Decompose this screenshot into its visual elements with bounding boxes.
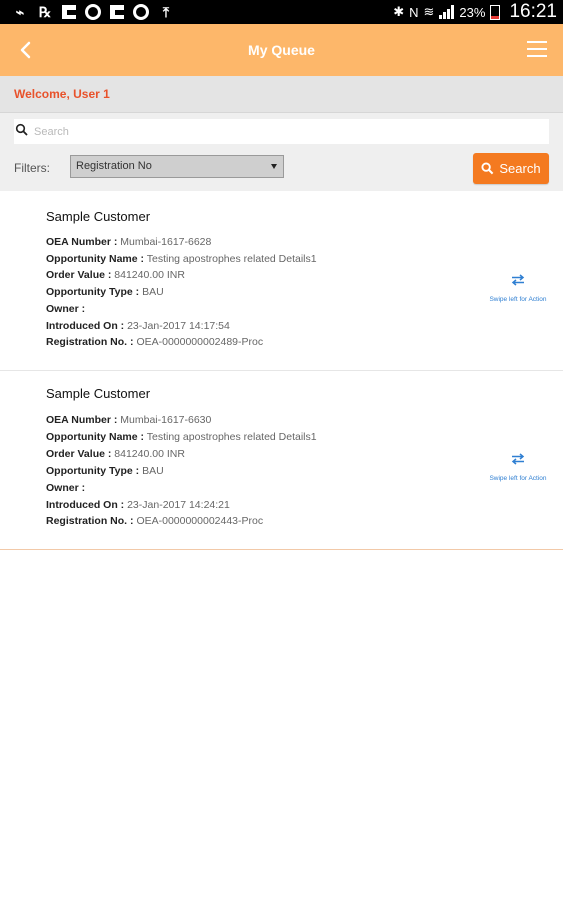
- swipe-hint-text: Swipe left for Action: [489, 475, 547, 482]
- registration-no-field: Registration No. : OEA-0000000002489-Pro…: [46, 336, 263, 348]
- opportunity-name-field: Opportunity Name : Testing apostrophes r…: [46, 253, 317, 265]
- field-value: BAU: [142, 286, 164, 298]
- wifi-icon: ≋: [423, 4, 435, 19]
- filter-select[interactable]: Registration No: [70, 155, 284, 178]
- field-value: Mumbai-1617-6628: [120, 236, 212, 248]
- field-value: Mumbai-1617-6630: [120, 414, 212, 426]
- prescription-icon: ℞: [38, 3, 52, 20]
- field-label: Opportunity Type :: [46, 286, 140, 298]
- signal-icon: [439, 5, 455, 19]
- search-button-label: Search: [499, 161, 541, 176]
- bluetooth-icon: ✱: [393, 4, 405, 19]
- back-button[interactable]: [12, 37, 38, 63]
- introduced-on-field: Introduced On : 23-Jan-2017 14:17:54: [46, 320, 230, 332]
- search-input[interactable]: [34, 119, 534, 144]
- field-label: Opportunity Name :: [46, 253, 145, 265]
- field-value: Testing apostrophes related Details1: [146, 431, 317, 443]
- field-label: Registration No. :: [46, 515, 134, 527]
- field-label: Owner :: [46, 303, 86, 315]
- order-value-field: Order Value : 841240.00 INR: [46, 269, 185, 281]
- nfc-icon: N: [409, 4, 419, 20]
- flipboard-icon: [110, 5, 124, 19]
- oea-number-field: OEA Number : Mumbai-1617-6630: [46, 414, 211, 426]
- swap-arrows-icon: [511, 453, 525, 465]
- field-label: OEA Number :: [46, 414, 118, 426]
- search-icon: [481, 162, 494, 175]
- page-title: My Queue: [248, 42, 315, 58]
- owner-field: Owner :: [46, 303, 85, 315]
- usb-icon: ⌁: [15, 3, 25, 20]
- field-label: Order Value :: [46, 448, 112, 460]
- oea-number-field: OEA Number : Mumbai-1617-6628: [46, 236, 211, 248]
- welcome-text: Welcome, User 1: [14, 87, 110, 101]
- clock: 16:21: [509, 1, 557, 22]
- filter-selected-value: Registration No: [76, 160, 152, 172]
- field-value: 23-Jan-2017 14:24:21: [127, 499, 230, 511]
- field-value: OEA-0000000002489-Proc: [136, 336, 264, 348]
- field-label: Introduced On :: [46, 499, 125, 511]
- search-panel: Filters: Registration No Search: [0, 113, 563, 191]
- field-value: 841240.00 INR: [114, 448, 185, 460]
- field-label: Introduced On :: [46, 320, 125, 332]
- field-label: OEA Number :: [46, 236, 118, 248]
- field-label: Order Value :: [46, 269, 112, 281]
- opera-icon: [133, 4, 149, 20]
- field-value: OEA-0000000002443-Proc: [136, 515, 264, 527]
- opportunity-name-field: Opportunity Name : Testing apostrophes r…: [46, 431, 317, 443]
- registration-no-field: Registration No. : OEA-0000000002443-Pro…: [46, 515, 263, 527]
- chevron-left-icon: [20, 41, 31, 59]
- search-box: [14, 119, 549, 144]
- swap-arrows-icon: [511, 274, 525, 286]
- opportunity-type-field: Opportunity Type : BAU: [46, 286, 164, 298]
- field-value: 841240.00 INR: [114, 269, 185, 281]
- battery-percent: 23%: [459, 4, 486, 20]
- filters-label: Filters:: [14, 161, 50, 175]
- hamburger-icon-line: [527, 41, 547, 43]
- field-value: Testing apostrophes related Details1: [146, 253, 317, 265]
- introduced-on-field: Introduced On : 23-Jan-2017 14:24:21: [46, 499, 230, 511]
- queue-item[interactable]: Sample Customer OEA Number : Mumbai-1617…: [0, 191, 563, 371]
- hamburger-icon-line: [527, 48, 547, 50]
- field-value: 23-Jan-2017 14:17:54: [127, 320, 230, 332]
- hamburger-icon-line: [527, 55, 547, 57]
- search-button[interactable]: Search: [473, 153, 549, 184]
- customer-name: Sample Customer: [46, 386, 151, 401]
- flipboard-icon: [62, 5, 76, 19]
- menu-button[interactable]: [527, 41, 547, 57]
- welcome-bar: Welcome, User 1: [0, 76, 563, 113]
- swipe-hint: Swipe left for Action: [478, 453, 558, 485]
- opera-icon: [85, 4, 101, 20]
- app-bar: My Queue: [0, 24, 563, 76]
- upload-icon: ⤒: [162, 3, 170, 20]
- customer-name: Sample Customer: [46, 209, 151, 224]
- swipe-hint: Swipe left for Action: [478, 274, 558, 306]
- opportunity-type-field: Opportunity Type : BAU: [46, 465, 164, 477]
- order-value-field: Order Value : 841240.00 INR: [46, 448, 185, 460]
- dropdown-arrow-icon: [271, 164, 277, 169]
- field-label: Registration No. :: [46, 336, 134, 348]
- battery-icon: [490, 4, 501, 20]
- field-value: BAU: [142, 465, 164, 477]
- field-label: Owner :: [46, 482, 86, 494]
- status-bar: ⌁ ℞ ⤒ ✱ N ≋ 23% 16:21: [0, 0, 563, 24]
- queue-item[interactable]: Sample Customer OEA Number : Mumbai-1617…: [0, 371, 563, 550]
- field-label: Opportunity Type :: [46, 465, 140, 477]
- field-label: Opportunity Name :: [46, 431, 145, 443]
- owner-field: Owner :: [46, 482, 85, 494]
- search-icon: [15, 123, 28, 136]
- swipe-hint-text: Swipe left for Action: [489, 296, 547, 303]
